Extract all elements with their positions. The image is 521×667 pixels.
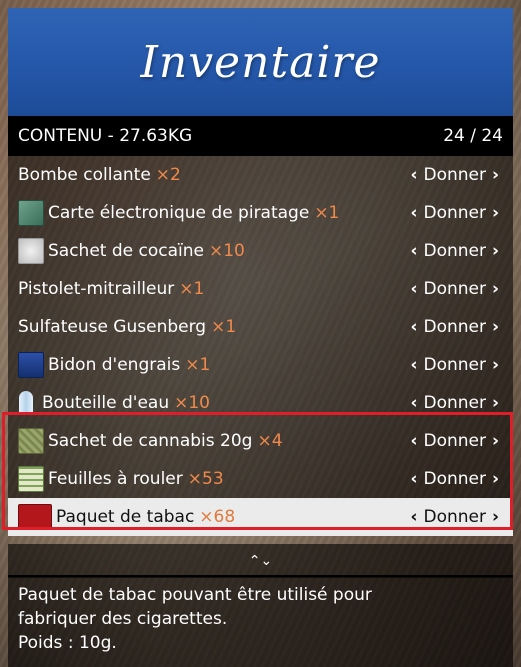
inventory-menu: Inventaire CONTENU - 27.63KG 24 / 24 Bom… <box>2 8 513 578</box>
arrow-right-icon[interactable]: › <box>488 393 503 413</box>
description-line: fabriquer des cigarettes. <box>18 609 228 629</box>
menu-banner: Inventaire <box>8 8 513 116</box>
list-item[interactable]: Feuilles à rouler ×53 ‹ Donner › <box>8 460 513 498</box>
list-item[interactable]: Bombe collante ×2 ‹ Donner › <box>8 156 513 194</box>
arrow-left-icon[interactable]: ‹ <box>406 431 421 451</box>
keycard-icon <box>18 200 44 226</box>
give-option[interactable]: Donner <box>421 165 488 185</box>
item-quantity: ×10 <box>208 241 245 261</box>
give-option[interactable]: Donner <box>421 317 488 337</box>
cannabis-bag-icon <box>18 428 44 454</box>
item-quantity: ×53 <box>187 469 224 489</box>
list-item[interactable]: Sachet de cocaïne ×10 ‹ Donner › <box>8 232 513 270</box>
item-name: Sachet de cannabis 20g <box>48 431 253 451</box>
item-quantity: ×1 <box>179 279 205 299</box>
item-counter: 24 / 24 <box>443 126 503 146</box>
rolling-papers-icon <box>18 466 44 492</box>
item-quantity: ×1 <box>185 355 211 375</box>
arrow-right-icon[interactable]: › <box>488 431 503 451</box>
give-option[interactable]: Donner <box>421 507 488 527</box>
arrow-left-icon[interactable]: ‹ <box>406 317 421 337</box>
inventory-weight: CONTENU - 27.63KG <box>18 126 193 146</box>
item-quantity: ×68 <box>199 507 236 527</box>
arrow-right-icon[interactable]: › <box>488 203 503 223</box>
list-item[interactable]: Bouteille d'eau ×10 ‹ Donner › <box>8 384 513 422</box>
description-line: Paquet de tabac pouvant être utilisé pou… <box>18 585 372 605</box>
cocaine-bag-icon <box>18 238 44 264</box>
item-quantity: ×1 <box>314 203 340 223</box>
list-item[interactable]: Sachet de cannabis 20g ×4 ‹ Donner › <box>8 422 513 460</box>
arrow-right-icon[interactable]: › <box>488 165 503 185</box>
arrow-right-icon[interactable]: › <box>488 507 503 527</box>
give-option[interactable]: Donner <box>421 469 488 489</box>
item-quantity: ×2 <box>155 165 181 185</box>
arrow-left-icon[interactable]: ‹ <box>406 203 421 223</box>
item-name: Paquet de tabac <box>56 507 195 527</box>
item-name: Feuilles à rouler <box>48 469 183 489</box>
water-bottle-icon <box>19 391 33 415</box>
give-option[interactable]: Donner <box>421 241 488 261</box>
arrow-left-icon[interactable]: ‹ <box>406 355 421 375</box>
arrow-left-icon[interactable]: ‹ <box>406 279 421 299</box>
arrow-left-icon[interactable]: ‹ <box>406 393 421 413</box>
give-option[interactable]: Donner <box>421 279 488 299</box>
arrow-left-icon[interactable]: ‹ <box>406 507 421 527</box>
arrow-right-icon[interactable]: › <box>488 241 503 261</box>
arrow-left-icon[interactable]: ‹ <box>406 469 421 489</box>
list-item[interactable]: Bidon d'engrais ×1 ‹ Donner › <box>8 346 513 384</box>
arrow-right-icon[interactable]: › <box>488 469 503 489</box>
item-name: Bombe collante <box>18 165 151 185</box>
item-weight: Poids : 10g. <box>18 633 117 653</box>
give-option[interactable]: Donner <box>421 203 488 223</box>
item-list: Bombe collante ×2 ‹ Donner › Carte élect… <box>2 156 513 536</box>
scroll-indicator[interactable]: ⌃⌄ <box>8 544 513 578</box>
list-item-selected[interactable]: Paquet de tabac ×68 ‹ Donner › <box>8 498 513 536</box>
give-option[interactable]: Donner <box>421 393 488 413</box>
give-option[interactable]: Donner <box>421 355 488 375</box>
item-name: Pistolet-mitrailleur <box>18 279 175 299</box>
menu-subheader: CONTENU - 27.63KG 24 / 24 <box>8 116 513 156</box>
item-name: Carte électronique de piratage <box>48 203 310 223</box>
item-name: Bidon d'engrais <box>48 355 181 375</box>
arrow-left-icon[interactable]: ‹ <box>406 165 421 185</box>
item-quantity: ×1 <box>211 317 237 337</box>
give-option[interactable]: Donner <box>421 431 488 451</box>
arrow-right-icon[interactable]: › <box>488 355 503 375</box>
list-item[interactable]: Sulfateuse Gusenberg ×1 ‹ Donner › <box>8 308 513 346</box>
fertilizer-can-icon <box>18 352 44 378</box>
item-name: Bouteille d'eau <box>42 393 170 413</box>
scroll-up-down-icon: ⌃⌄ <box>248 552 273 569</box>
arrow-right-icon[interactable]: › <box>488 317 503 337</box>
tobacco-pack-icon <box>18 504 52 530</box>
item-name: Sachet de cocaïne <box>48 241 204 261</box>
arrow-right-icon[interactable]: › <box>488 279 503 299</box>
list-item[interactable]: Pistolet-mitrailleur ×1 ‹ Donner › <box>8 270 513 308</box>
item-quantity: ×10 <box>174 393 211 413</box>
menu-title: Inventaire <box>140 36 381 88</box>
item-description-panel: Paquet de tabac pouvant être utilisé pou… <box>8 575 513 667</box>
list-item[interactable]: Carte électronique de piratage ×1 ‹ Donn… <box>8 194 513 232</box>
item-quantity: ×4 <box>257 431 283 451</box>
item-name: Sulfateuse Gusenberg <box>18 317 207 337</box>
arrow-left-icon[interactable]: ‹ <box>406 241 421 261</box>
